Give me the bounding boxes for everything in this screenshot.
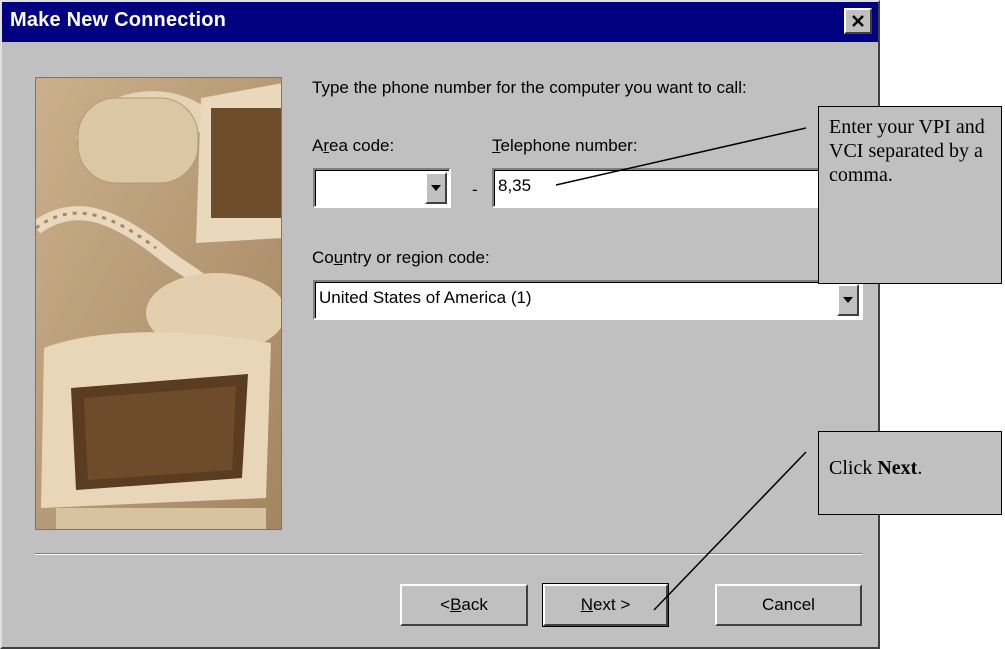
- back-button[interactable]: < Back: [400, 584, 528, 626]
- next-button[interactable]: Next >: [542, 583, 669, 627]
- computer-phone-illustration: [35, 77, 282, 530]
- telephone-number-label: Telephone number:: [492, 136, 638, 155]
- window-title: Make New Connection: [10, 9, 227, 31]
- area-code-separator: -: [472, 180, 478, 199]
- telephone-number-value: 8,35: [498, 176, 532, 195]
- cancel-button[interactable]: Cancel: [715, 584, 862, 626]
- area-code-combobox[interactable]: [313, 168, 451, 208]
- area-code-dropdown-button[interactable]: [425, 172, 447, 204]
- country-dropdown-button[interactable]: [837, 284, 859, 316]
- country-code-combobox[interactable]: United States of America (1): [313, 280, 863, 320]
- country-code-label: Country or region code:: [312, 248, 490, 267]
- chevron-down-icon: [843, 297, 853, 303]
- close-icon: [852, 15, 864, 27]
- make-new-connection-dialog: Make New Connection Type the phone numbe…: [0, 0, 880, 649]
- chevron-down-icon: [431, 185, 441, 191]
- button-divider: [35, 553, 862, 555]
- instruction-text: Type the phone number for the computer y…: [312, 78, 747, 97]
- click-next-callout: Click Next.: [818, 431, 1002, 515]
- vpi-vci-callout: Enter your VPI and VCI separated by a co…: [818, 106, 1002, 284]
- telephone-number-input[interactable]: 8,35: [492, 168, 822, 208]
- title-bar: Make New Connection: [2, 2, 878, 42]
- country-code-value: United States of America (1): [319, 288, 532, 307]
- area-code-label: Area code:: [312, 136, 395, 155]
- close-button[interactable]: [844, 8, 872, 34]
